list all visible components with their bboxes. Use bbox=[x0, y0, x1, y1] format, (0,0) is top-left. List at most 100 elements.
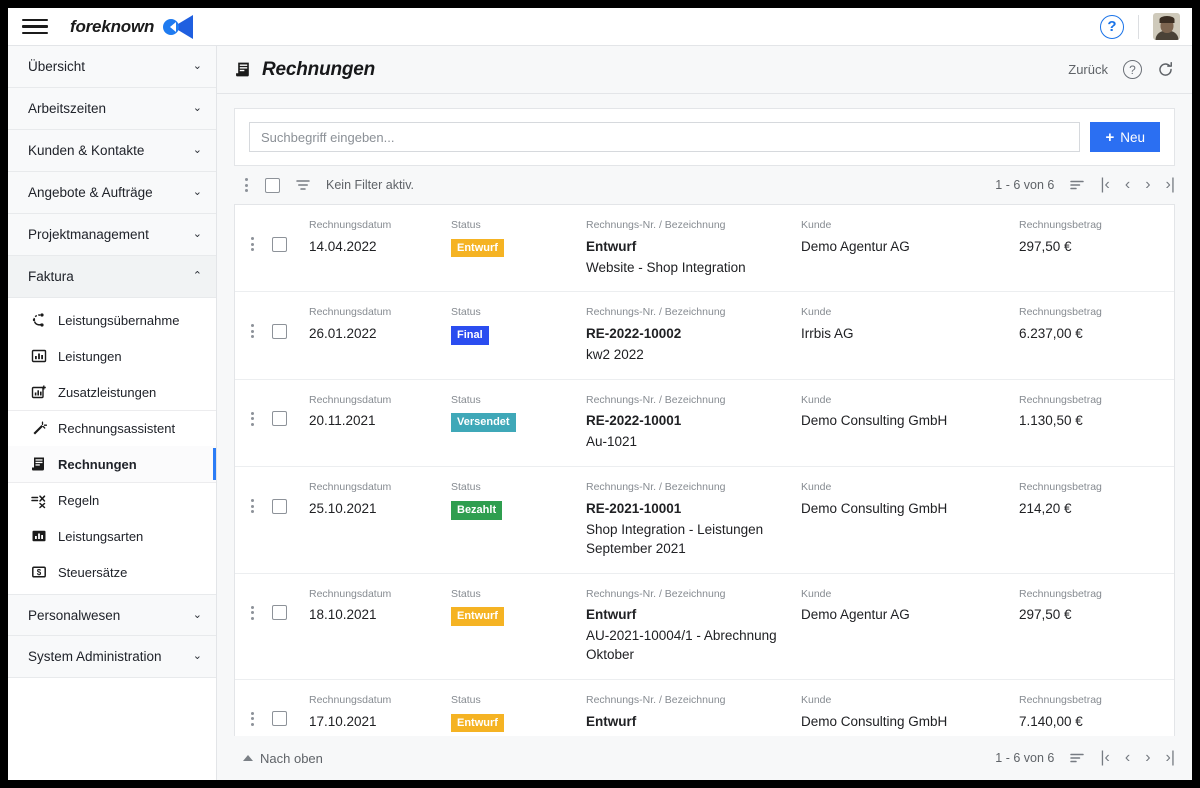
sidebar-item-leistungsuebernahme[interactable]: Leistungsübernahme bbox=[8, 302, 216, 338]
sidebar-item-personalwesen[interactable]: Personalwesen ⌄ bbox=[8, 594, 216, 636]
sidebar-item-label: Leistungsübernahme bbox=[58, 312, 180, 328]
brand-logo[interactable]: foreknown bbox=[70, 14, 195, 40]
column-header-date: Rechnungsdatum bbox=[309, 219, 392, 231]
column-header-number: Rechnungs-Nr. / Bezeichnung bbox=[586, 393, 726, 406]
sidebar-item-uebersicht[interactable]: Übersicht ⌄ bbox=[8, 46, 216, 88]
invoice-date: 17.10.2021 bbox=[309, 713, 377, 729]
invoice-number: RE-2022-10001 bbox=[586, 413, 682, 429]
column-header-amount: Rechnungsbetrag bbox=[1019, 587, 1102, 600]
table-row[interactable]: Rechnungsdatum 18.10.2021 Status Entwurf… bbox=[235, 574, 1174, 680]
sidebar-item-label: Zusatzleistungen bbox=[58, 384, 157, 400]
sidebar-item-label: Regeln bbox=[58, 493, 100, 508]
column-header-customer: Kunde bbox=[801, 306, 832, 319]
row-menu-icon[interactable] bbox=[249, 235, 256, 253]
invoice-amount: 1.130,50 € bbox=[1019, 413, 1083, 429]
page-header-actions: Zurück ? bbox=[1068, 60, 1174, 79]
column-header-number: Rechnungs-Nr. / Bezeichnung bbox=[586, 306, 726, 319]
cell-number: Rechnungs-Nr. / Bezeichnung Entwurf AU-2… bbox=[586, 588, 801, 665]
next-page-button[interactable]: › bbox=[1145, 177, 1150, 193]
cell-status: Status Entwurf bbox=[451, 588, 586, 627]
row-checkbox[interactable] bbox=[272, 711, 287, 727]
bar-chart-filled-icon bbox=[30, 528, 47, 545]
sidebar-item-leistungsarten[interactable]: Leistungsarten bbox=[8, 518, 216, 554]
column-header-date: Rechnungsdatum bbox=[309, 393, 392, 406]
invoice-table: Rechnungsdatum 14.04.2022 Status Entwurf… bbox=[234, 204, 1175, 736]
customer-name: Demo Agentur AG bbox=[801, 238, 910, 254]
filter-status-text: Kein Filter aktiv. bbox=[326, 178, 414, 192]
avatar[interactable] bbox=[1153, 13, 1180, 40]
table-toolbar: Kein Filter aktiv. 1 - 6 von 6 |‹ ‹ › ›| bbox=[217, 166, 1192, 204]
next-page-button[interactable]: › bbox=[1145, 750, 1150, 766]
invoice-number: RE-2022-10002 bbox=[586, 326, 682, 342]
hamburger-menu-icon[interactable] bbox=[22, 17, 48, 37]
invoice-icon bbox=[235, 61, 252, 78]
row-menu-icon[interactable] bbox=[249, 604, 256, 622]
filter-icon[interactable] bbox=[295, 177, 311, 193]
row-menu-icon[interactable] bbox=[243, 176, 250, 194]
foreknown-mark-icon bbox=[161, 14, 195, 40]
chevron-down-icon: ⌄ bbox=[192, 144, 202, 156]
row-actions bbox=[249, 588, 309, 622]
sidebar-item-angebote-auftraege[interactable]: Angebote & Aufträge ⌄ bbox=[8, 172, 216, 214]
prev-page-button[interactable]: ‹ bbox=[1125, 177, 1130, 193]
prev-page-button[interactable]: ‹ bbox=[1125, 750, 1130, 766]
sidebar-item-label: Leistungen bbox=[58, 348, 122, 364]
new-button[interactable]: + Neu bbox=[1090, 122, 1160, 152]
table-row[interactable]: Rechnungsdatum 25.10.2021 Status Bezahlt… bbox=[235, 467, 1174, 574]
sidebar-item-kunden-kontakte[interactable]: Kunden & Kontakte ⌄ bbox=[8, 130, 216, 172]
app-body: Übersicht ⌄ Arbeitszeiten ⌄ Kunden & Kon… bbox=[8, 46, 1192, 780]
sidebar-item-rechnungsassistent[interactable]: Rechnungsassistent bbox=[8, 410, 216, 446]
sidebar-item-arbeitszeiten[interactable]: Arbeitszeiten ⌄ bbox=[8, 88, 216, 130]
select-all-checkbox[interactable] bbox=[265, 177, 280, 193]
row-checkbox[interactable] bbox=[272, 236, 287, 252]
invoice-number: Entwurf bbox=[586, 238, 637, 254]
page-title: Rechnungen bbox=[262, 58, 376, 80]
row-checkbox[interactable] bbox=[272, 323, 287, 339]
invoice-date: 14.04.2022 bbox=[309, 238, 377, 254]
sort-icon[interactable] bbox=[1069, 750, 1085, 766]
row-checkbox[interactable] bbox=[272, 411, 287, 427]
cell-status: Status Final bbox=[451, 306, 586, 345]
sidebar-item-system-administration[interactable]: System Administration ⌄ bbox=[8, 636, 216, 678]
column-header-customer: Kunde bbox=[801, 587, 832, 600]
scroll-to-top-link[interactable]: Nach oben bbox=[243, 751, 323, 766]
cell-amount: Rechnungsbetrag 7.140,00 € bbox=[1019, 694, 1156, 732]
refresh-icon[interactable] bbox=[1157, 61, 1174, 78]
cell-status: Status Entwurf bbox=[451, 694, 586, 733]
sidebar-item-regeln[interactable]: Regeln bbox=[8, 482, 216, 518]
invoice-amount: 297,50 € bbox=[1019, 607, 1072, 623]
sort-icon[interactable] bbox=[1069, 177, 1085, 193]
sidebar-item-rechnungen[interactable]: Rechnungen bbox=[8, 446, 216, 482]
row-actions bbox=[249, 694, 309, 728]
sidebar-item-steuersaetze[interactable]: $ Steuersätze bbox=[8, 554, 216, 590]
sidebar-item-label: Projektmanagement bbox=[28, 227, 149, 242]
cell-amount: Rechnungsbetrag 297,50 € bbox=[1019, 588, 1156, 626]
last-page-button[interactable]: ›| bbox=[1166, 177, 1175, 193]
sidebar-item-leistungen[interactable]: Leistungen bbox=[8, 338, 216, 374]
first-page-button[interactable]: |‹ bbox=[1100, 177, 1109, 193]
column-header-amount: Rechnungsbetrag bbox=[1019, 693, 1102, 706]
cell-number: Rechnungs-Nr. / Bezeichnung RE-2021-1000… bbox=[586, 481, 801, 558]
search-input[interactable] bbox=[249, 122, 1081, 152]
help-icon[interactable]: ? bbox=[1123, 60, 1142, 79]
row-menu-icon[interactable] bbox=[249, 410, 256, 428]
sidebar-item-zusatzleistungen[interactable]: Zusatzleistungen bbox=[8, 374, 216, 410]
table-row[interactable]: Rechnungsdatum 14.04.2022 Status Entwurf… bbox=[235, 205, 1174, 293]
row-checkbox[interactable] bbox=[272, 605, 287, 621]
sidebar-item-projektmanagement[interactable]: Projektmanagement ⌄ bbox=[8, 214, 216, 256]
back-link[interactable]: Zurück bbox=[1068, 62, 1108, 77]
cell-date: Rechnungsdatum 25.10.2021 bbox=[309, 481, 451, 519]
table-row[interactable]: Rechnungsdatum 26.01.2022 Status Final R… bbox=[235, 292, 1174, 380]
cell-amount: Rechnungsbetrag 214,20 € bbox=[1019, 481, 1156, 519]
first-page-button[interactable]: |‹ bbox=[1100, 750, 1109, 766]
help-icon[interactable]: ? bbox=[1100, 14, 1124, 39]
row-menu-icon[interactable] bbox=[249, 710, 256, 728]
last-page-button[interactable]: ›| bbox=[1166, 750, 1175, 766]
row-menu-icon[interactable] bbox=[249, 322, 256, 340]
table-row[interactable]: Rechnungsdatum 20.11.2021 Status Versend… bbox=[235, 380, 1174, 468]
sidebar-item-faktura[interactable]: Faktura ⌃ bbox=[8, 256, 216, 298]
table-row[interactable]: Rechnungsdatum 17.10.2021 Status Entwurf… bbox=[235, 680, 1174, 736]
row-actions bbox=[249, 481, 309, 515]
row-checkbox[interactable] bbox=[272, 498, 287, 514]
row-menu-icon[interactable] bbox=[249, 497, 256, 515]
